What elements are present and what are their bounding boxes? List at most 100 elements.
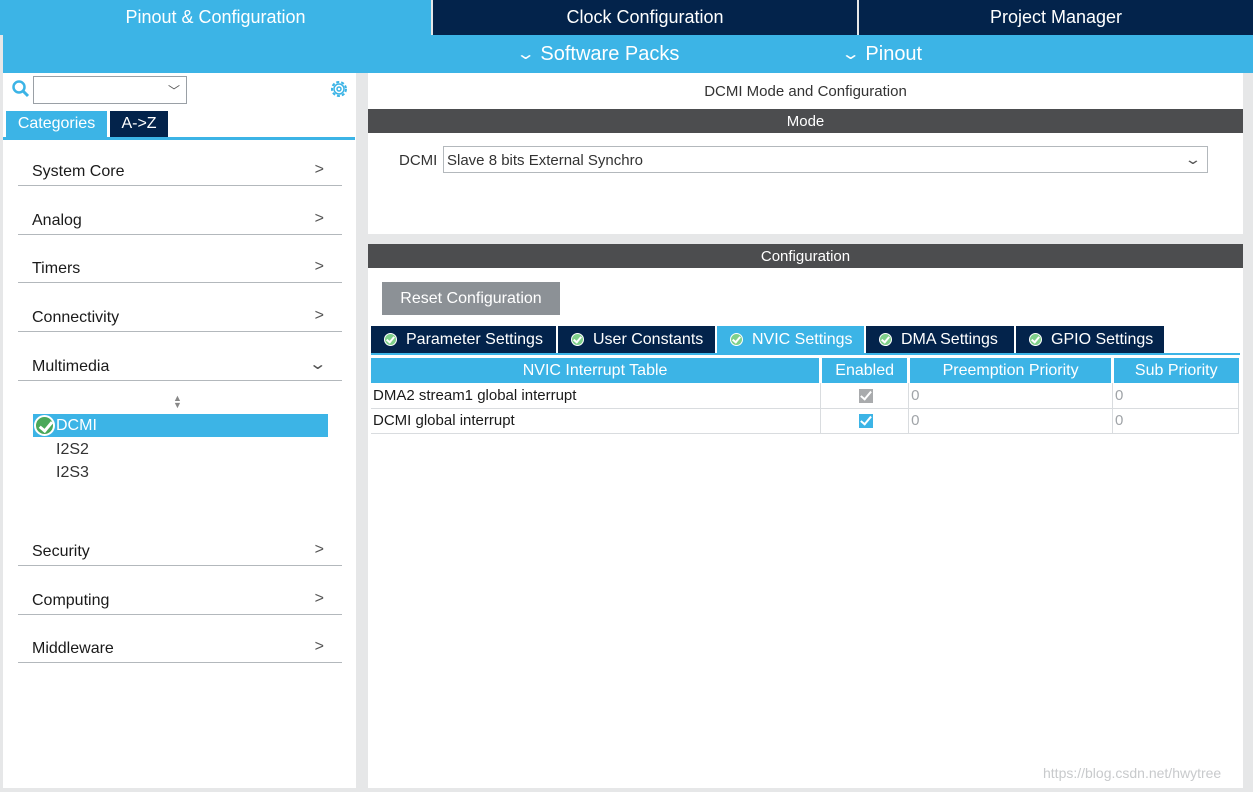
check-circle-icon bbox=[1029, 333, 1042, 346]
splitter[interactable] bbox=[356, 73, 368, 788]
sub-priority[interactable]: 0 bbox=[1112, 383, 1239, 409]
configuration-tabs: Parameter Settings User Constants NVIC S… bbox=[371, 326, 1166, 353]
page-title: DCMI Mode and Configuration bbox=[704, 83, 907, 100]
tab-a-z[interactable]: A->Z bbox=[110, 111, 168, 137]
dcmi-mode-value: Slave 8 bits External Synchro bbox=[447, 152, 643, 169]
tab-label: DMA Settings bbox=[901, 330, 998, 348]
enabled-checkbox bbox=[858, 388, 873, 403]
right-edge bbox=[1243, 73, 1253, 788]
category-computing[interactable]: Computing > bbox=[18, 585, 342, 615]
preemption-priority[interactable]: 0 bbox=[908, 408, 1114, 434]
dcmi-mode-select[interactable]: Slave 8 bits External Synchro ⌄ bbox=[443, 146, 1208, 173]
tab-label: Parameter Settings bbox=[406, 330, 543, 348]
category-label: System Core bbox=[32, 163, 125, 180]
category-label: Analog bbox=[32, 212, 82, 229]
tab-clock-configuration[interactable]: Clock Configuration bbox=[431, 0, 857, 35]
category-label: Connectivity bbox=[32, 309, 120, 326]
chevron-right-icon: > bbox=[314, 258, 324, 275]
column-header[interactable]: Sub Priority bbox=[1112, 358, 1239, 383]
watermark: https://blog.csdn.net/hwytree bbox=[1043, 765, 1222, 781]
tab-dma-settings[interactable]: DMA Settings bbox=[866, 326, 1014, 353]
mode-panel: DCMI Mode and Configuration Mode DCMI Sl… bbox=[368, 73, 1243, 234]
list-item-i2s3[interactable]: I2S3 bbox=[33, 461, 328, 484]
tab-underline bbox=[371, 353, 1240, 355]
category-security[interactable]: Security > bbox=[18, 536, 342, 566]
enabled-cell bbox=[820, 408, 910, 434]
category-label: Multimedia bbox=[32, 358, 110, 375]
chevron-down-icon: ⌄ bbox=[307, 356, 327, 373]
preemption-priority[interactable]: 0 bbox=[908, 383, 1114, 409]
column-header[interactable]: NVIC Interrupt Table bbox=[371, 358, 823, 383]
tab-underline bbox=[3, 137, 355, 140]
category-timers[interactable]: Timers > bbox=[18, 253, 342, 283]
enabled-checkbox[interactable] bbox=[858, 414, 873, 429]
table-row[interactable]: DCMI global interrupt 0 0 bbox=[371, 408, 1239, 434]
list-item-dcmi[interactable]: DCMI bbox=[33, 414, 328, 437]
chevron-right-icon: > bbox=[314, 161, 324, 178]
tab-categories[interactable]: Categories bbox=[6, 111, 107, 137]
enabled-cell bbox=[820, 383, 910, 409]
column-header[interactable]: Preemption Priority bbox=[908, 358, 1115, 383]
category-label: Security bbox=[32, 543, 90, 560]
left-panel: ﹀ Categories A->Z System Core > Analog >… bbox=[3, 73, 356, 788]
tab-user-constants[interactable]: User Constants bbox=[558, 326, 715, 353]
column-header[interactable]: Enabled bbox=[820, 358, 911, 383]
category-label: Timers bbox=[32, 260, 81, 277]
tab-project-manager[interactable]: Project Manager bbox=[857, 0, 1253, 35]
check-circle-icon bbox=[571, 333, 584, 346]
tab-parameter-settings[interactable]: Parameter Settings bbox=[371, 326, 556, 353]
chevron-right-icon: > bbox=[314, 307, 324, 324]
category-analog[interactable]: Analog > bbox=[18, 205, 342, 235]
interrupt-name: DCMI global interrupt bbox=[371, 408, 822, 434]
top-navigation: Pinout & Configuration Clock Configurati… bbox=[0, 0, 1253, 35]
configuration-header: Configuration bbox=[368, 244, 1243, 268]
reset-configuration-button[interactable]: Reset Configuration bbox=[382, 282, 560, 315]
sort-arrows-icon[interactable]: ▲ ▼ bbox=[173, 394, 182, 410]
chevron-down-icon: ⌄ bbox=[840, 46, 861, 63]
table-header-row: NVIC Interrupt Table Enabled Preemption … bbox=[371, 358, 1239, 383]
pinout-menu[interactable]: ⌄ Pinout bbox=[840, 35, 923, 73]
tab-pinout-configuration[interactable]: Pinout & Configuration bbox=[0, 0, 431, 35]
software-packs-label: Software Packs bbox=[540, 42, 680, 65]
chevron-down-icon[interactable]: ﹀ bbox=[168, 82, 180, 99]
check-circle-icon bbox=[34, 415, 55, 436]
sub-menu-bar: ⌄ Software Packs ⌄ Pinout bbox=[3, 35, 1253, 73]
chevron-right-icon: > bbox=[314, 638, 324, 655]
check-circle-icon bbox=[879, 333, 892, 346]
category-multimedia[interactable]: Multimedia ⌄ bbox=[18, 351, 342, 381]
pinout-label: Pinout bbox=[865, 42, 923, 65]
check-circle-icon bbox=[730, 333, 743, 346]
list-item-label: DCMI bbox=[56, 416, 97, 434]
sub-priority[interactable]: 0 bbox=[1112, 408, 1239, 434]
software-packs-menu[interactable]: ⌄ Software Packs bbox=[515, 35, 680, 73]
category-label: Computing bbox=[32, 592, 110, 609]
category-middleware[interactable]: Middleware > bbox=[18, 633, 342, 663]
list-item-i2s2[interactable]: I2S2 bbox=[33, 438, 328, 461]
gear-icon[interactable] bbox=[328, 78, 350, 100]
interrupt-name: DMA2 stream1 global interrupt bbox=[371, 383, 822, 409]
list-item-label: I2S2 bbox=[56, 440, 89, 458]
dcmi-mode-label: DCMI bbox=[399, 152, 438, 169]
tab-label: NVIC Settings bbox=[752, 330, 853, 348]
chevron-right-icon: > bbox=[314, 541, 324, 558]
category-system-core[interactable]: System Core > bbox=[18, 156, 342, 186]
tab-nvic-settings[interactable]: NVIC Settings bbox=[717, 326, 864, 353]
view-tabs: Categories A->Z bbox=[6, 111, 168, 137]
category-label: Middleware bbox=[32, 640, 114, 657]
chevron-right-icon: > bbox=[314, 590, 324, 607]
list-item-label: I2S3 bbox=[56, 463, 89, 481]
tab-gpio-settings[interactable]: GPIO Settings bbox=[1016, 326, 1164, 353]
search-icon[interactable] bbox=[11, 79, 31, 99]
tab-label: GPIO Settings bbox=[1051, 330, 1154, 348]
tab-label: User Constants bbox=[593, 330, 704, 348]
chevron-down-icon[interactable]: ⌄ bbox=[1184, 151, 1202, 168]
check-circle-icon bbox=[384, 333, 397, 346]
mode-header: Mode bbox=[368, 109, 1243, 133]
chevron-down-icon: ⌄ bbox=[515, 46, 536, 63]
chevron-right-icon: > bbox=[314, 210, 324, 227]
nvic-table: NVIC Interrupt Table Enabled Preemption … bbox=[371, 358, 1239, 434]
table-row[interactable]: DMA2 stream1 global interrupt 0 0 bbox=[371, 383, 1239, 409]
configuration-panel: Configuration Reset Configuration Parame… bbox=[368, 244, 1243, 788]
search-input[interactable]: ﹀ bbox=[33, 76, 187, 104]
category-connectivity[interactable]: Connectivity > bbox=[18, 302, 342, 332]
